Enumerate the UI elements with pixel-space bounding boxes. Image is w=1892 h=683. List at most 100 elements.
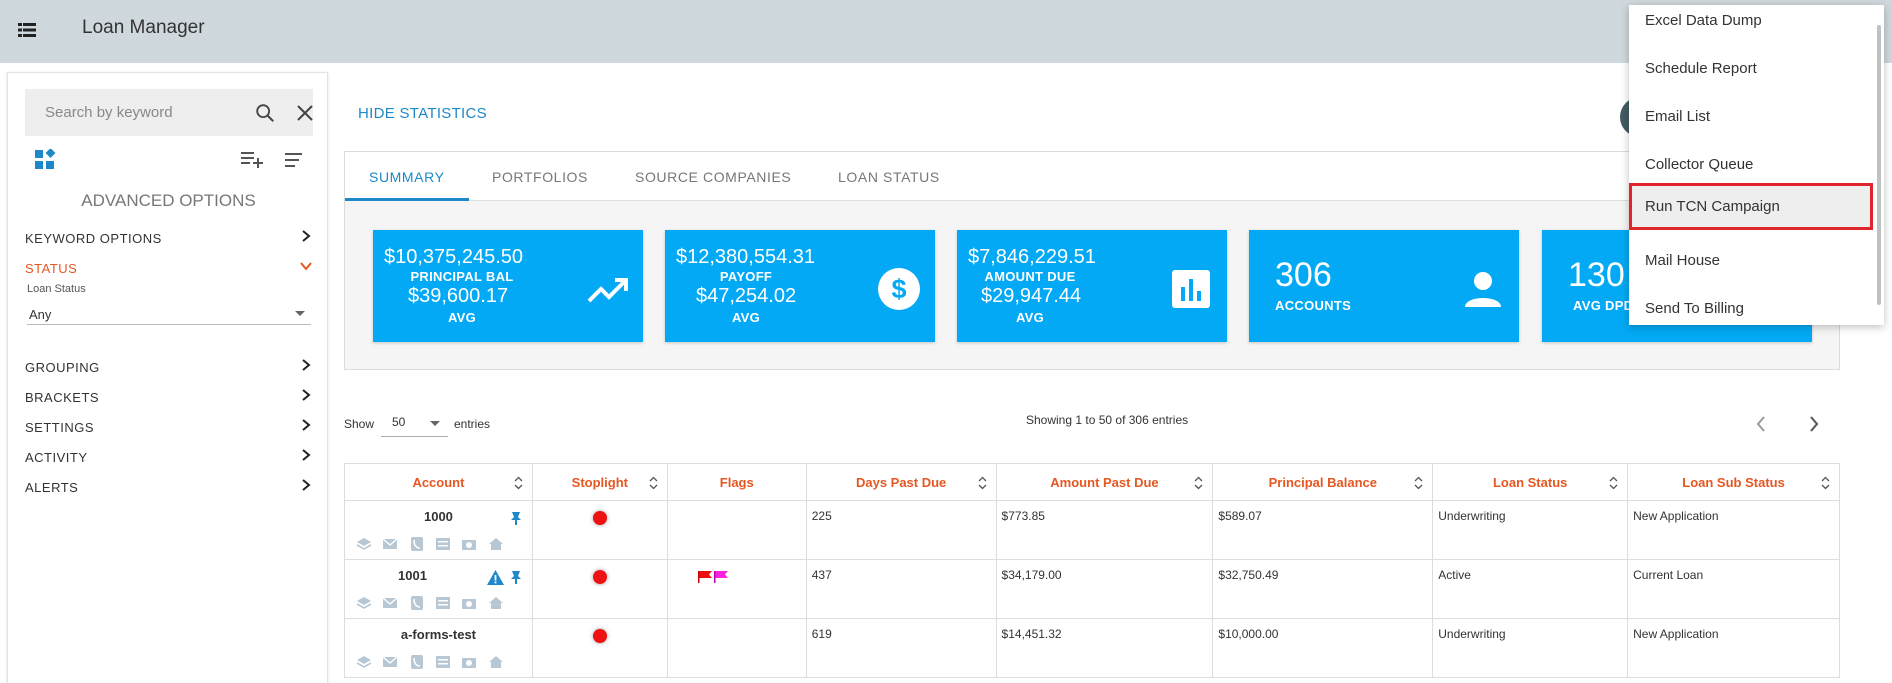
warning-icon[interactable] xyxy=(486,569,505,586)
active-tab-indicator xyxy=(345,198,469,201)
menu-item-run-tcn-campaign[interactable]: Run TCN Campaign xyxy=(1629,183,1873,230)
sidebar-item-keyword-options[interactable]: KEYWORD OPTIONS xyxy=(25,227,317,249)
home-icon[interactable] xyxy=(488,537,504,551)
menu-item-schedule-report[interactable]: Schedule Report xyxy=(1629,45,1870,93)
page-size-select[interactable]: 50 xyxy=(381,411,448,437)
chevron-right-icon[interactable] xyxy=(1806,414,1822,434)
svg-text:$: $ xyxy=(891,274,906,304)
sidebar-item-label: GROUPING xyxy=(25,360,100,375)
layers-icon[interactable] xyxy=(356,655,372,669)
stat-total: $10,375,245.50 xyxy=(384,246,524,268)
sort-icon[interactable] xyxy=(282,151,304,169)
tab-loan-status[interactable]: LOAN STATUS xyxy=(838,169,940,185)
list-menu-icon[interactable] xyxy=(18,22,36,38)
menu-item-mail-house[interactable]: Mail House xyxy=(1629,237,1870,285)
search-input[interactable] xyxy=(25,89,225,136)
tab-summary[interactable]: SUMMARY xyxy=(369,169,445,185)
email-icon[interactable] xyxy=(382,537,398,551)
stat-label: ACCOUNTS xyxy=(1275,298,1352,313)
menu-item-label: Send To Billing xyxy=(1645,300,1744,317)
playlist-add-icon[interactable] xyxy=(241,150,265,170)
page-size-value: 50 xyxy=(392,415,406,429)
flags-cell xyxy=(666,618,807,678)
home-icon[interactable] xyxy=(488,596,504,610)
column-header-account[interactable]: Account xyxy=(344,463,533,501)
table-row[interactable]: 1000 225 $773.85 $589.07 Underwriting Ne… xyxy=(344,500,1840,560)
column-header-label: Loan Sub Status xyxy=(1682,474,1785,490)
actions-dropdown-menu: Excel Data Dump Schedule Report Email Li… xyxy=(1629,5,1884,325)
email-icon[interactable] xyxy=(382,596,398,610)
phone-icon[interactable] xyxy=(409,596,425,610)
camera-icon[interactable] xyxy=(461,537,477,551)
flags-cell xyxy=(666,559,807,619)
column-header-loan-sub-status[interactable]: Loan Sub Status xyxy=(1627,463,1840,501)
sidebar-item-status[interactable]: STATUS xyxy=(25,257,317,279)
email-icon[interactable] xyxy=(382,655,398,669)
pin-icon[interactable] xyxy=(510,511,522,526)
search-icon[interactable] xyxy=(254,102,276,124)
home-icon[interactable] xyxy=(488,655,504,669)
chevron-right-icon xyxy=(302,479,311,491)
chevron-left-icon[interactable] xyxy=(1753,414,1769,434)
menu-item-email-list[interactable]: Email List xyxy=(1629,93,1870,141)
tab-source-companies[interactable]: SOURCE COMPANIES xyxy=(635,169,791,185)
pin-icon[interactable] xyxy=(510,570,522,585)
sidebar-item-alerts[interactable]: ALERTS xyxy=(25,476,317,498)
account-link[interactable]: a-forms-test xyxy=(350,627,527,642)
showing-entries-info: Showing 1 to 50 of 306 entries xyxy=(1026,413,1189,427)
top-bar: Loan Manager xyxy=(0,0,1892,63)
sms-icon[interactable] xyxy=(435,537,451,551)
menu-item-excel-data-dump[interactable]: Excel Data Dump xyxy=(1629,5,1870,45)
camera-icon[interactable] xyxy=(461,655,477,669)
sms-icon[interactable] xyxy=(435,655,451,669)
chevron-right-icon xyxy=(302,230,311,242)
trending-up-icon xyxy=(587,278,628,303)
table-row[interactable]: a-forms-test 619 $14,451.32 $10,000.00 U… xyxy=(344,618,1840,678)
column-header-principal-balance[interactable]: Principal Balance xyxy=(1212,463,1434,501)
column-header-flags[interactable]: Flags xyxy=(666,463,807,501)
loan-status-select[interactable]: Any xyxy=(27,299,311,325)
loan-status-cell: Active xyxy=(1432,559,1629,619)
stat-label: AVG DPD xyxy=(1573,298,1634,313)
stat-card-accounts: 306 ACCOUNTS xyxy=(1249,230,1519,342)
sidebar-item-activity[interactable]: ACTIVITY xyxy=(25,446,317,468)
camera-icon[interactable] xyxy=(461,596,477,610)
menu-scrollbar[interactable] xyxy=(1877,25,1881,305)
phone-icon[interactable] xyxy=(409,537,425,551)
sms-icon[interactable] xyxy=(435,596,451,610)
column-header-days-past-due[interactable]: Days Past Due xyxy=(805,463,997,501)
sidebar-item-brackets[interactable]: BRACKETS xyxy=(25,386,317,408)
stat-average: $29,947.44 xyxy=(981,285,1082,307)
close-icon[interactable] xyxy=(295,103,315,123)
menu-item-send-to-billing[interactable]: Send To Billing xyxy=(1629,285,1870,325)
chevron-right-icon xyxy=(302,449,311,461)
account-link[interactable]: 1000 xyxy=(350,509,527,524)
account-cell: 1000 xyxy=(344,500,533,560)
column-header-loan-status[interactable]: Loan Status xyxy=(1432,463,1629,501)
row-action-icons xyxy=(356,537,511,553)
stat-total: $7,846,229.51 xyxy=(968,246,1096,268)
menu-item-collector-queue[interactable]: Collector Queue xyxy=(1629,141,1870,189)
sidebar-item-grouping[interactable]: GROUPING xyxy=(25,356,317,378)
account-cell: 1001 xyxy=(344,559,533,619)
hide-statistics-button[interactable]: HIDE STATISTICS xyxy=(358,105,487,122)
layers-icon[interactable] xyxy=(356,537,372,551)
amount-past-due-cell: $34,179.00 xyxy=(995,559,1214,619)
stoplight-cell xyxy=(531,559,668,619)
stat-average: $47,254.02 xyxy=(696,285,797,307)
menu-item-label: Email List xyxy=(1645,108,1711,125)
column-header-label: Amount Past Due xyxy=(1050,474,1159,490)
table-row[interactable]: 1001 437 $34,179.00 $32,750.49 Active Cu… xyxy=(344,559,1840,619)
column-header-amount-past-due[interactable]: Amount Past Due xyxy=(995,463,1214,501)
layers-icon[interactable] xyxy=(356,596,372,610)
tab-portfolios[interactable]: PORTFOLIOS xyxy=(492,169,588,185)
principal-balance-cell: $589.07 xyxy=(1212,500,1434,560)
flags-icon[interactable] xyxy=(697,570,731,584)
phone-icon[interactable] xyxy=(409,655,425,669)
sidebar-item-label: BRACKETS xyxy=(25,390,100,405)
column-header-stoplight[interactable]: Stoplight xyxy=(531,463,668,501)
principal-balance-cell: $32,750.49 xyxy=(1212,559,1434,619)
widgets-icon[interactable] xyxy=(34,149,56,171)
stat-card-principal-balance: $10,375,245.50 PRINCIPAL BAL $39,600.17 … xyxy=(373,230,643,342)
sidebar-item-settings[interactable]: SETTINGS xyxy=(25,416,317,438)
